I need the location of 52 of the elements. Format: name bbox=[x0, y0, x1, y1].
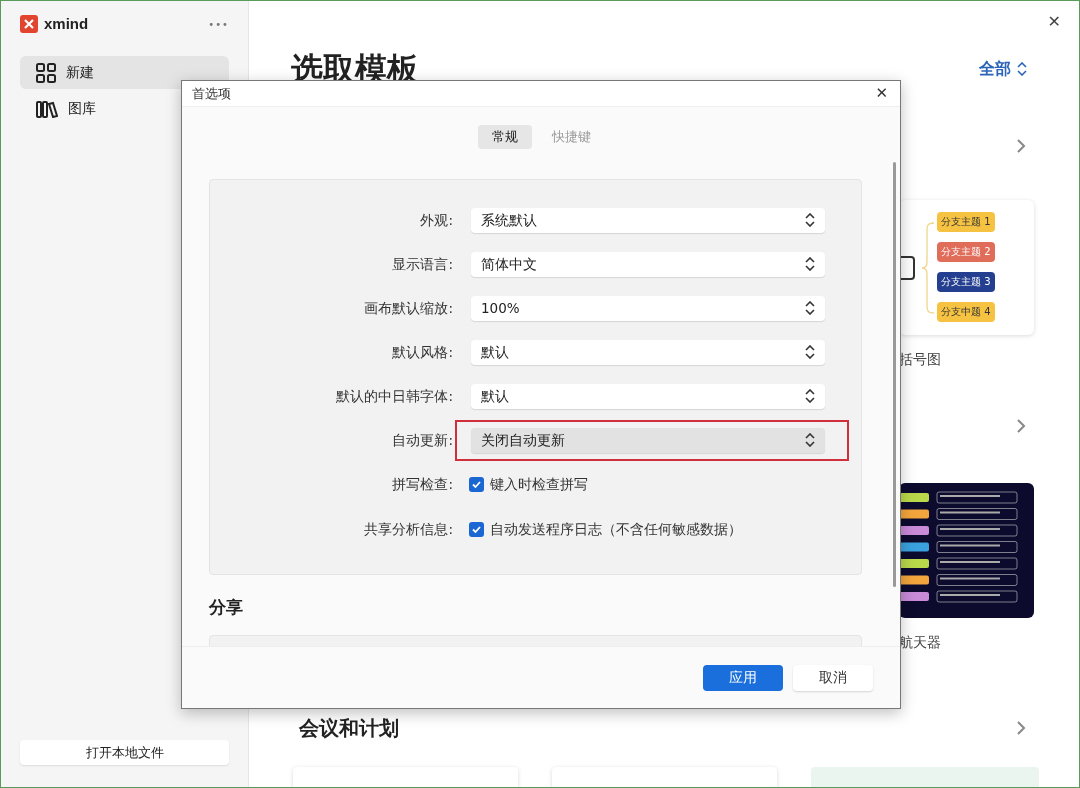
books-icon bbox=[36, 99, 58, 118]
setting-label: 默认风格: bbox=[391, 342, 454, 362]
filter-dropdown[interactable]: 全部 bbox=[979, 57, 1027, 81]
setting-label: 共享分析信息: bbox=[363, 520, 454, 540]
branch-topic: 分支中题 4 bbox=[937, 302, 995, 322]
chevron-right-icon[interactable] bbox=[1015, 138, 1027, 154]
scrollbar-thumb[interactable] bbox=[893, 162, 896, 587]
branch-topic: 分支主题 2 bbox=[937, 242, 995, 262]
logo-text: xmind bbox=[44, 13, 89, 34]
setting-label: 外观: bbox=[419, 210, 454, 230]
up-down-icon bbox=[805, 345, 815, 359]
close-button[interactable]: ✕ bbox=[1047, 10, 1061, 34]
checkbox[interactable] bbox=[469, 522, 484, 537]
up-down-icon bbox=[805, 389, 815, 403]
apply-button[interactable]: 应用 bbox=[703, 664, 783, 691]
checkbox[interactable] bbox=[469, 477, 484, 492]
section-heading: 会议和计划 bbox=[298, 715, 399, 742]
checkbox-label: 键入时检查拼写 bbox=[490, 475, 588, 495]
chevron-right-icon[interactable] bbox=[1015, 720, 1027, 736]
select-field[interactable]: 100% bbox=[471, 295, 825, 321]
select-field[interactable]: 默认 bbox=[471, 383, 825, 409]
setting-label: 默认的中日韩字体: bbox=[335, 386, 454, 406]
bracket-icon bbox=[921, 222, 935, 314]
open-local-file-button[interactable]: 打开本地文件 bbox=[20, 740, 229, 765]
setting-label: 自动更新: bbox=[391, 430, 454, 450]
grid-icon bbox=[36, 62, 56, 83]
dialog-close-button[interactable]: ✕ bbox=[875, 82, 888, 105]
up-down-icon bbox=[805, 257, 815, 271]
select-field[interactable]: 简体中文 bbox=[471, 251, 825, 277]
setting-label: 显示语言: bbox=[391, 254, 454, 274]
check-icon bbox=[471, 524, 482, 535]
up-down-icon bbox=[805, 301, 815, 315]
select-field[interactable]: 默认 bbox=[471, 339, 825, 365]
setting-label: 画布默认缩放: bbox=[363, 298, 454, 318]
up-down-icon bbox=[805, 213, 815, 227]
up-down-icon bbox=[1017, 62, 1027, 76]
logo-icon bbox=[20, 15, 38, 33]
up-down-icon bbox=[805, 433, 815, 447]
template-card[interactable] bbox=[899, 483, 1034, 618]
select-field[interactable]: 系统默认 bbox=[471, 207, 825, 233]
setting-label: 拼写检查: bbox=[391, 475, 454, 495]
template-card[interactable]: 分支主题 1 分支主题 2 分支主题 3 分支中题 4 bbox=[899, 200, 1034, 335]
checkbox-label: 自动发送程序日志（不含任何敏感数据） bbox=[490, 520, 742, 540]
section-heading: 分享 bbox=[209, 596, 244, 619]
cancel-button[interactable]: 取消 bbox=[793, 664, 873, 691]
check-icon bbox=[471, 479, 482, 490]
chevron-right-icon[interactable] bbox=[1015, 418, 1027, 434]
branch-topic: 分支主题 3 bbox=[937, 272, 995, 292]
branch-topic: 分支主题 1 bbox=[937, 212, 995, 232]
more-button[interactable]: ••• bbox=[208, 16, 229, 32]
tab[interactable]: 常规 bbox=[477, 125, 532, 149]
select-field[interactable]: 关闭自动更新 bbox=[471, 427, 825, 453]
